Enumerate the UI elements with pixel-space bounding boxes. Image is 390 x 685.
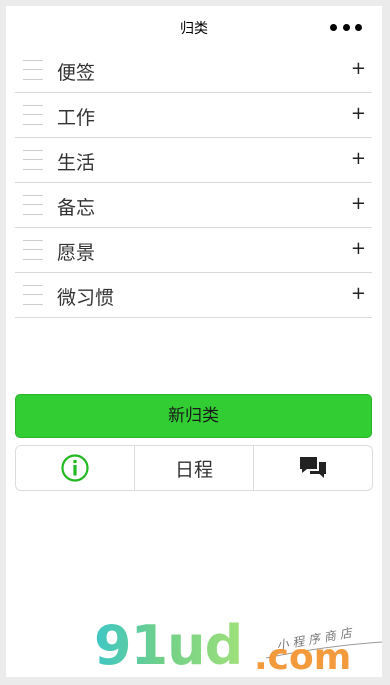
tab-schedule-label: 日程: [174, 458, 213, 481]
add-item-button[interactable]: +: [351, 285, 366, 303]
category-row-bianqian[interactable]: 便签 +: [15, 48, 372, 93]
drag-handle-icon[interactable]: [23, 104, 45, 126]
add-item-button[interactable]: +: [351, 240, 366, 258]
category-label: 微习惯: [57, 287, 115, 309]
more-dot-icon: [342, 23, 350, 31]
more-menu-button[interactable]: [330, 21, 362, 33]
watermark-brand: 91ud: [94, 614, 243, 677]
info-circle-icon: [61, 454, 89, 482]
drag-handle-icon[interactable]: [23, 194, 45, 216]
add-item-button[interactable]: +: [351, 60, 366, 78]
more-dot-icon: [330, 23, 337, 31]
drag-handle-icon[interactable]: [23, 284, 45, 306]
watermark-logo: 91ud 小程序商店 .com: [94, 616, 382, 676]
bottom-tab-bar: 日程: [15, 445, 373, 491]
category-row-yuanjing[interactable]: 愿景 +: [15, 228, 372, 273]
tab-schedule[interactable]: 日程: [135, 446, 254, 490]
category-list: 便签 + 工作 + 生活 + 备忘 + 愿景 + 微习惯 +: [15, 48, 372, 318]
add-item-button[interactable]: +: [351, 105, 366, 123]
category-label: 愿景: [57, 242, 96, 264]
more-dot-icon: [355, 23, 362, 31]
category-row-weixiguan[interactable]: 微习惯 +: [15, 273, 372, 318]
navigation-bar: 归类: [6, 6, 382, 48]
tab-info[interactable]: [16, 446, 135, 490]
drag-handle-icon[interactable]: [23, 149, 45, 171]
category-label: 工作: [57, 107, 96, 129]
category-label: 生活: [57, 152, 96, 174]
drag-handle-icon[interactable]: [23, 59, 45, 81]
add-item-button[interactable]: +: [351, 195, 366, 213]
watermark-domain: .com: [254, 637, 352, 677]
category-label: 备忘: [57, 197, 96, 219]
tab-chat[interactable]: [254, 446, 372, 490]
chat-bubbles-icon: [300, 457, 326, 478]
category-row-shenghuo[interactable]: 生活 +: [15, 138, 372, 183]
add-item-button[interactable]: +: [351, 150, 366, 168]
category-row-gongzuo[interactable]: 工作 +: [15, 93, 372, 138]
app-screen: 归类 便签 + 工作 + 生活 + 备忘 + 愿景 + 微习惯 + 新归类 日程…: [6, 6, 382, 677]
new-category-button[interactable]: 新归类: [15, 394, 372, 438]
page-title: 归类: [180, 21, 208, 37]
drag-handle-icon[interactable]: [23, 239, 45, 261]
category-row-beiwang[interactable]: 备忘 +: [15, 183, 372, 228]
category-label: 便签: [57, 62, 96, 84]
